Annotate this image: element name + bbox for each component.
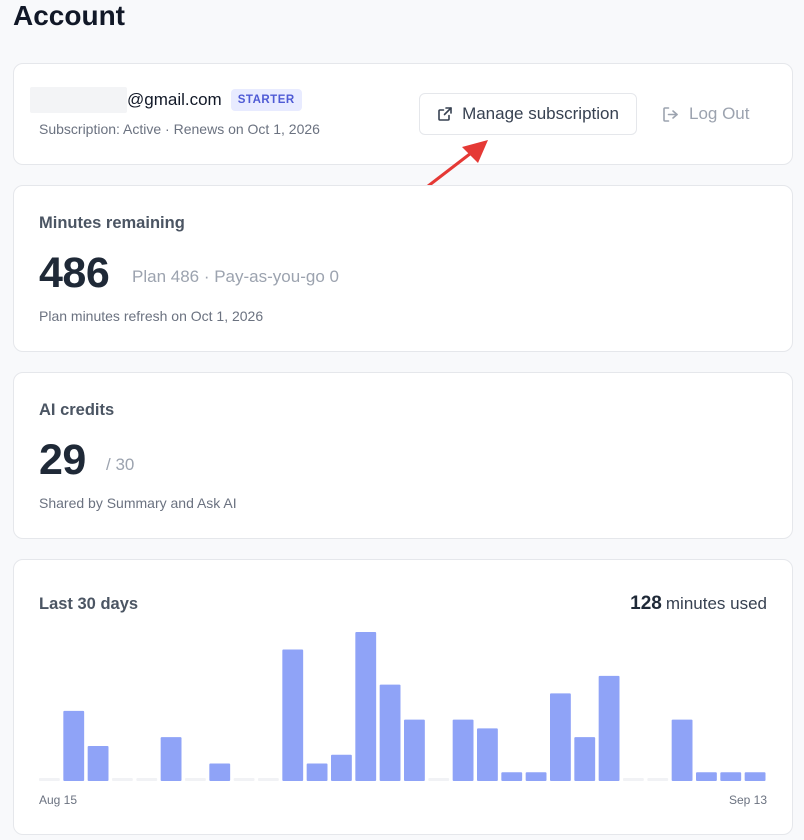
usage-bar-day-22 <box>550 693 571 781</box>
usage-bar-day-16 <box>404 719 425 781</box>
usage-total-unit: minutes used <box>665 594 767 613</box>
usage-bar-day-21 <box>525 772 547 781</box>
email-redacted-block <box>30 87 127 113</box>
usage-bar-day-19 <box>477 728 498 781</box>
usage-bar-day-12 <box>306 763 328 781</box>
external-link-icon <box>438 107 452 121</box>
plan-badge: STARTER <box>230 89 302 111</box>
usage-bar-day-28 <box>696 772 717 781</box>
usage-total: 128 minutes used <box>630 593 767 615</box>
ai-credits-label: AI credits <box>39 401 115 419</box>
usage-bar-day-24 <box>598 675 620 781</box>
usage-bar-day-13 <box>331 754 352 781</box>
page-title: Account <box>13 0 125 31</box>
usage-bar-day-3 <box>87 745 109 781</box>
usage-bar-day-26 <box>647 778 669 781</box>
logout-icon <box>663 106 678 122</box>
manage-subscription-button[interactable]: Manage subscription <box>419 93 637 135</box>
manage-subscription-label: Manage subscription <box>462 104 619 123</box>
usage-bar-day-5 <box>136 778 158 781</box>
usage-bar-day-15 <box>379 684 401 781</box>
logout-button[interactable]: Log Out <box>662 93 750 135</box>
usage-bar-day-2 <box>63 710 85 781</box>
usage-bar-day-27 <box>671 719 693 781</box>
minutes-breakdown: Plan 486 · Pay-as-you-go 0 <box>132 267 339 286</box>
usage-bar-day-6 <box>160 737 182 781</box>
usage-period-label: Last 30 days <box>39 595 139 613</box>
usage-bar-day-8 <box>209 763 231 781</box>
usage-bar-day-20 <box>501 772 523 781</box>
minutes-remaining-label: Minutes remaining <box>39 214 185 232</box>
email-row: @gmail.com STARTER <box>30 87 302 113</box>
usage-bar-day-1 <box>39 778 60 781</box>
x-axis-end-label: Sep 13 <box>728 793 767 807</box>
ai-credits-value: 29 <box>39 436 86 484</box>
usage-bar-day-9 <box>233 778 255 781</box>
usage-bar-day-29 <box>720 772 742 781</box>
minutes-refresh-note: Plan minutes refresh on Oct 1, 2026 <box>39 308 264 324</box>
minutes-card: Minutes remaining 486 Plan 486 · Pay-as-… <box>13 185 793 352</box>
usage-bar-day-7 <box>185 778 206 781</box>
usage-bar-day-17 <box>428 778 450 781</box>
subscription-status: Subscription: Active · Renews on Oct 1, … <box>39 121 320 137</box>
usage-bar-day-25 <box>623 778 644 781</box>
usage-bar-day-23 <box>574 737 596 781</box>
logout-label: Log Out <box>689 104 750 123</box>
usage-bar-day-4 <box>112 778 133 781</box>
ai-credits-total: / 30 <box>106 455 135 474</box>
account-card: @gmail.com STARTER Subscription: Active … <box>13 63 793 165</box>
usage-card: Last 30 days 128 minutes used Aug 15 Sep … <box>13 559 793 835</box>
minutes-remaining-value: 486 <box>39 249 110 297</box>
ai-credits-note: Shared by Summary and Ask AI <box>39 495 237 511</box>
ai-credits-card: AI credits 29 / 30 Shared by Summary and… <box>13 372 793 539</box>
usage-bar-day-14 <box>355 632 377 781</box>
x-axis-start-label: Aug 15 <box>39 793 78 807</box>
usage-bar-day-11 <box>282 649 304 781</box>
usage-total-value: 128 <box>630 593 662 614</box>
usage-bar-chart <box>39 632 766 781</box>
email-address: @gmail.com <box>127 90 222 109</box>
usage-bar-day-30 <box>744 772 766 781</box>
usage-bar-day-10 <box>258 778 279 781</box>
usage-bar-day-18 <box>452 719 474 781</box>
